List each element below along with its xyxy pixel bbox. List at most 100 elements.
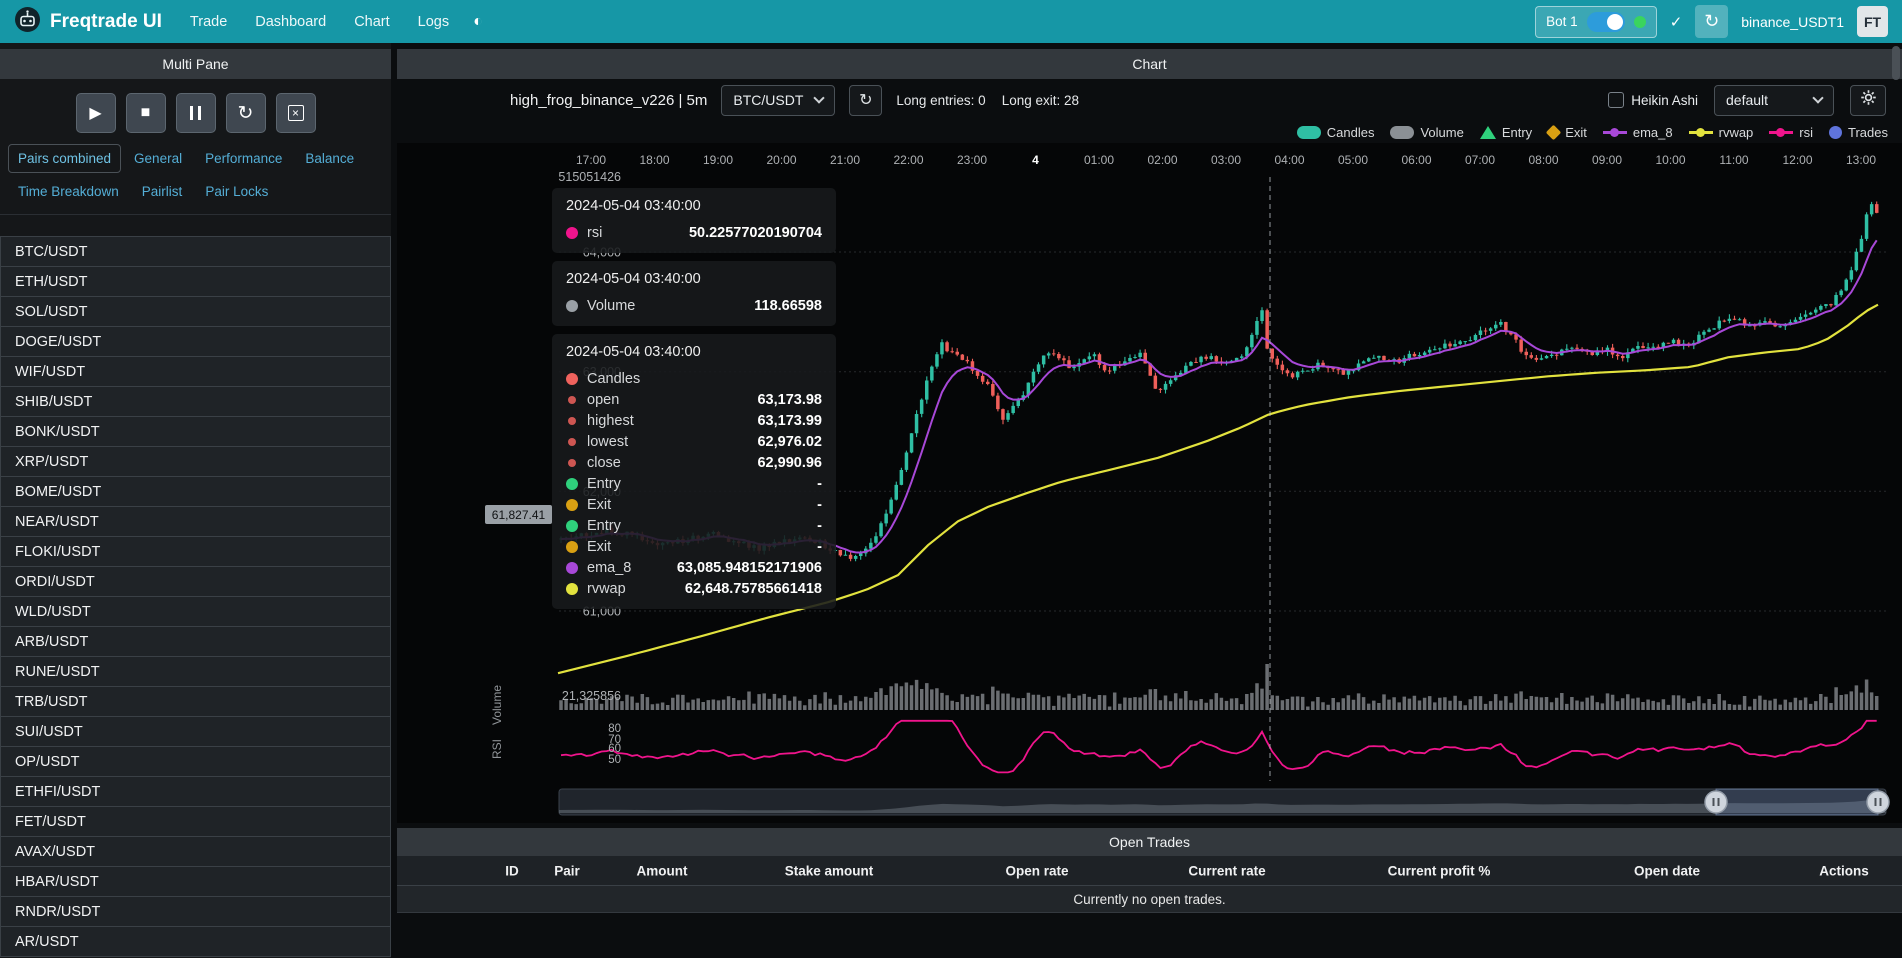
- legend-item-entry[interactable]: Entry: [1480, 125, 1532, 140]
- legend-label: rvwap: [1719, 125, 1754, 140]
- svg-text:18:00: 18:00: [639, 153, 669, 167]
- pair-item-avax-usdt[interactable]: AVAX/USDT: [0, 836, 391, 867]
- chart-refresh-button[interactable]: ↻: [849, 85, 882, 116]
- pair-item-op-usdt[interactable]: OP/USDT: [0, 746, 391, 777]
- play-button[interactable]: ▶: [76, 93, 116, 133]
- candle-wicks-down: [571, 202, 1877, 562]
- tab-general[interactable]: General: [124, 144, 192, 173]
- pair-item-sui-usdt[interactable]: SUI/USDT: [0, 716, 391, 747]
- pair-item-ar-usdt[interactable]: AR/USDT: [0, 926, 391, 957]
- volume-bars: [561, 664, 1877, 710]
- pair-item-trb-usdt[interactable]: TRB/USDT: [0, 686, 391, 717]
- clear-chart-button[interactable]: ×: [276, 93, 316, 133]
- bot-toggle[interactable]: [1587, 12, 1625, 32]
- nav-link-trade[interactable]: Trade: [176, 6, 241, 38]
- pair-select[interactable]: BTC/USDT: [721, 85, 835, 116]
- freqtrade-logo-icon: [14, 6, 41, 38]
- pair-item-rndr-usdt[interactable]: RNDR/USDT: [0, 896, 391, 927]
- datazoom-handle-2[interactable]: [1867, 791, 1889, 813]
- refresh-icon: ↻: [859, 90, 872, 110]
- pair-item-hbar-usdt[interactable]: HBAR/USDT: [0, 866, 391, 897]
- svg-text:10:00: 10:00: [1655, 153, 1685, 167]
- chart-canvas[interactable]: 17:0018:0019:0020:0021:0022:0023:00401:0…: [397, 143, 1902, 823]
- axis-pointer-price-tag: 61,827.41: [485, 505, 552, 524]
- tab-pairs-combined[interactable]: Pairs combined: [8, 144, 121, 173]
- heikin-ashi-option[interactable]: Heikin Ashi: [1608, 92, 1698, 108]
- pair-item-eth-usdt[interactable]: ETH/USDT: [0, 266, 391, 297]
- multi-pane-title: Multi Pane: [162, 56, 228, 72]
- legend-item-rvwap[interactable]: rvwap: [1689, 125, 1754, 140]
- ema-8-legend-icon: [1603, 126, 1627, 139]
- rsi-line: [561, 721, 1877, 773]
- pair-item-wld-usdt[interactable]: WLD/USDT: [0, 596, 391, 627]
- pair-item-doge-usdt[interactable]: DOGE/USDT: [0, 326, 391, 357]
- legend-item-ema-8[interactable]: ema_8: [1603, 125, 1673, 140]
- tab-time-breakdown[interactable]: Time Breakdown: [8, 177, 129, 206]
- open-trades-empty-row: Currently no open trades.: [397, 886, 1902, 913]
- svg-text:17:00: 17:00: [576, 153, 606, 167]
- svg-text:RSI: RSI: [490, 739, 504, 759]
- svg-text:04:00: 04:00: [1274, 153, 1304, 167]
- tab-performance[interactable]: Performance: [195, 144, 292, 173]
- pair-item-btc-usdt[interactable]: BTC/USDT: [0, 236, 391, 267]
- nav-link-logs[interactable]: Logs: [404, 6, 463, 38]
- price-gridlines: [559, 252, 1886, 611]
- stop-button[interactable]: ■: [126, 93, 166, 133]
- legend-item-candles[interactable]: Candles: [1297, 125, 1375, 140]
- bot-name: binance_USDT1: [1741, 14, 1844, 30]
- pair-item-near-usdt[interactable]: NEAR/USDT: [0, 506, 391, 537]
- pair-item-fet-usdt[interactable]: FET/USDT: [0, 806, 391, 837]
- legend-item-exit[interactable]: Exit: [1548, 125, 1587, 140]
- pair-item-ethfi-usdt[interactable]: ETHFI/USDT: [0, 776, 391, 807]
- chart-toolbar: high_frog_binance_v226 | 5m BTC/USDT ↻ L…: [397, 79, 1902, 121]
- reload-bot-button[interactable]: ↻: [1695, 5, 1728, 38]
- tab-pairlist[interactable]: Pairlist: [132, 177, 193, 206]
- datazoom-slider[interactable]: [559, 789, 1889, 815]
- column-header-current-rate: Current rate: [1188, 863, 1265, 878]
- heikin-ashi-checkbox[interactable]: [1608, 92, 1624, 108]
- legend-item-volume[interactable]: Volume: [1390, 125, 1463, 140]
- pair-item-bonk-usdt[interactable]: BONK/USDT: [0, 416, 391, 447]
- chevron-down-icon: [1812, 92, 1823, 103]
- pair-item-bome-usdt[interactable]: BOME/USDT: [0, 476, 391, 507]
- svg-text:01:00: 01:00: [1084, 153, 1114, 167]
- pair-item-floki-usdt[interactable]: FLOKI/USDT: [0, 536, 391, 567]
- plot-config-select[interactable]: default: [1714, 85, 1834, 116]
- pair-select-value: BTC/USDT: [733, 92, 803, 108]
- pair-item-sol-usdt[interactable]: SOL/USDT: [0, 296, 391, 327]
- nav-link-chart[interactable]: Chart: [340, 6, 403, 38]
- nav-link-dashboard[interactable]: Dashboard: [241, 6, 340, 38]
- tab-pair-locks[interactable]: Pair Locks: [195, 177, 278, 206]
- avatar[interactable]: FT: [1857, 6, 1888, 37]
- theme-toggle-icon[interactable]: ◐: [463, 9, 493, 35]
- pair-item-wif-usdt[interactable]: WIF/USDT: [0, 356, 391, 387]
- bot-label: Bot 1: [1546, 14, 1578, 29]
- datazoom-selected-range[interactable]: [1716, 789, 1878, 815]
- multi-pane-header: Multi Pane: [0, 49, 391, 79]
- pair-item-arb-usdt[interactable]: ARB/USDT: [0, 626, 391, 657]
- bot-selector[interactable]: Bot 1: [1535, 6, 1657, 38]
- chart-panel: Chart high_frog_binance_v226 | 5m BTC/US…: [397, 43, 1902, 958]
- pair-item-rune-usdt[interactable]: RUNE/USDT: [0, 656, 391, 687]
- page-scrollbar-thumb[interactable]: [1892, 46, 1900, 80]
- plot-config-value: default: [1726, 92, 1768, 108]
- candle-bodies-up: [559, 204, 1873, 559]
- tab-balance[interactable]: Balance: [295, 144, 364, 173]
- legend-item-rsi[interactable]: rsi: [1769, 125, 1813, 140]
- datazoom-handle-1[interactable]: [1705, 791, 1727, 813]
- pair-item-xrp-usdt[interactable]: XRP/USDT: [0, 446, 391, 477]
- svg-text:515051426: 515051426: [558, 170, 621, 184]
- candlestick-chart[interactable]: 17:0018:0019:0020:0021:0022:0023:00401:0…: [397, 143, 1902, 823]
- legend-label: Trades: [1848, 125, 1888, 140]
- legend-item-trades[interactable]: Trades: [1829, 125, 1888, 140]
- pause-button[interactable]: [176, 93, 216, 133]
- reload-button[interactable]: ↻: [226, 93, 266, 133]
- brand[interactable]: Freqtrade UI: [14, 6, 162, 38]
- plot-settings-button[interactable]: [1850, 85, 1886, 116]
- pair-item-ordi-usdt[interactable]: ORDI/USDT: [0, 566, 391, 597]
- app-title: Freqtrade UI: [50, 11, 162, 33]
- reload-icon: ↻: [238, 102, 254, 125]
- signals-summary: Long entries: 0 Long exit: 28: [896, 93, 1079, 108]
- column-header-stake-amount: Stake amount: [785, 863, 874, 878]
- pair-item-shib-usdt[interactable]: SHIB/USDT: [0, 386, 391, 417]
